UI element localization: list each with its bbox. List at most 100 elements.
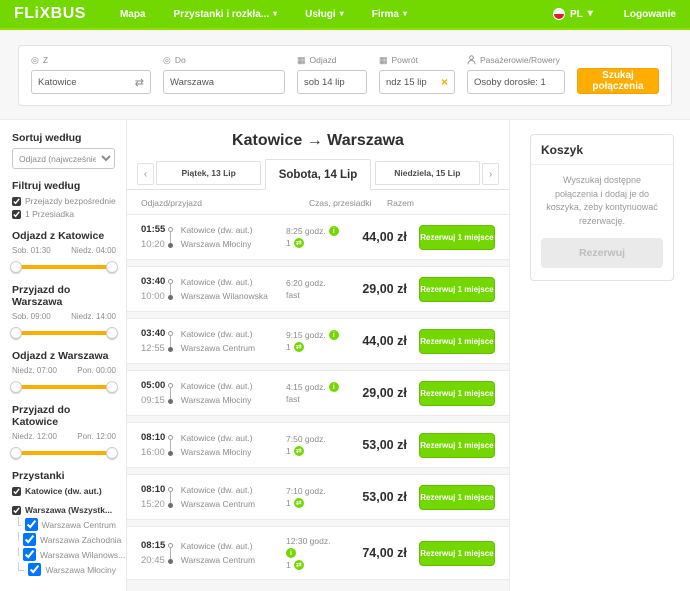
slider-title-0: Odjazd z Katowice xyxy=(12,230,116,242)
slider-min-label: Niedz. 07:00 xyxy=(12,366,57,375)
departure-time: 03:40 xyxy=(141,276,167,287)
tab-saturday-active[interactable]: Sobota, 14 Lip xyxy=(265,159,370,190)
trip-row: 05:0009:15 Katowice (dw. aut.)Warszawa M… xyxy=(127,370,509,416)
info-icon[interactable]: i xyxy=(329,226,339,236)
reserve-button[interactable]: Rezerwuj 1 miejsce xyxy=(419,485,495,510)
departure-date-input[interactable] xyxy=(304,77,360,88)
tree-elbow-line xyxy=(18,547,19,556)
reserve-button[interactable]: Rezerwuj 1 miejsce xyxy=(419,277,495,302)
transfer-icon[interactable]: ⇄ xyxy=(294,498,304,508)
nav-item-mapa[interactable]: Mapa xyxy=(120,9,146,20)
transfer-count: 1 xyxy=(286,342,291,352)
slider-handle-max[interactable] xyxy=(106,447,118,459)
from-input[interactable] xyxy=(38,77,131,88)
slider-title-3: Przyjazd do Katowice xyxy=(12,404,116,428)
trip-duration: 12:30 godz. xyxy=(286,536,330,546)
to-station: Warszawa Centrum xyxy=(181,555,286,565)
arrival-warszawa-slider[interactable] xyxy=(14,327,114,339)
stop-warszawa-centrum-checkbox[interactable] xyxy=(25,518,38,531)
direct-rides-checkbox[interactable] xyxy=(12,197,21,206)
route-line-icon xyxy=(167,227,174,248)
nav-item-uslugi[interactable]: Usługi ▾ xyxy=(305,9,344,20)
transfer-icon[interactable]: ⇄ xyxy=(294,446,304,456)
stop-warszawa-checkbox[interactable] xyxy=(12,506,21,515)
departure-warszawa-slider[interactable] xyxy=(14,381,114,393)
slider-min-label: Sob. 01:30 xyxy=(12,246,51,255)
trip-duration: 9:15 godz. xyxy=(286,330,326,340)
arrival-time: 09:15 xyxy=(141,395,167,406)
cart-panel: Koszyk Wyszukaj dostępne połączenia i do… xyxy=(509,120,690,591)
reserve-button[interactable]: Rezerwuj 1 miejsce xyxy=(419,541,495,566)
nav-item-firma[interactable]: Firma ▾ xyxy=(372,9,407,20)
route-line-icon xyxy=(167,383,174,404)
chevron-down-icon: ▾ xyxy=(273,10,277,18)
trip-row: 03:4012:55 Katowice (dw. aut.)Warszawa C… xyxy=(127,318,509,364)
route-line-icon xyxy=(167,435,174,456)
cart-reserve-button[interactable]: Rezerwuj xyxy=(541,238,663,268)
login-link[interactable]: Logowanie xyxy=(624,9,676,20)
sort-title: Sortuj według xyxy=(12,132,116,144)
info-icon[interactable]: i xyxy=(329,382,339,392)
to-station: Warszawa Centrum xyxy=(181,343,286,353)
trip-price: 44,00 zł xyxy=(353,230,406,244)
slider-handle-max[interactable] xyxy=(106,327,118,339)
person-icon xyxy=(467,55,476,65)
flixbus-logo[interactable]: FLiXBUS xyxy=(14,5,86,23)
slider-handle-min[interactable] xyxy=(10,447,22,459)
reserve-button[interactable]: Rezerwuj 1 miejsce xyxy=(419,225,495,250)
passengers-input[interactable] xyxy=(474,77,558,88)
transfer-count: fast xyxy=(286,290,300,300)
passengers-field-group: Pasażerowie/Rowery xyxy=(467,54,565,94)
tab-sunday[interactable]: Niedziela, 15 Lip xyxy=(375,161,480,185)
reserve-button[interactable]: Rezerwuj 1 miejsce xyxy=(419,381,495,406)
info-icon[interactable]: i xyxy=(329,330,339,340)
from-station: Katowice (dw. aut.) xyxy=(181,329,286,339)
stop-katowice-checkbox[interactable] xyxy=(12,487,21,496)
transfer-icon[interactable]: ⇄ xyxy=(294,560,304,570)
arrival-time: 10:00 xyxy=(141,291,167,302)
departure-time: 01:55 xyxy=(141,224,167,235)
slider-handle-max[interactable] xyxy=(106,381,118,393)
table-header: Odjazd/przyjazd Czas, przesiadki Razem xyxy=(127,190,509,214)
stop-warszawa-mlociny-checkbox[interactable] xyxy=(28,563,41,576)
location-icon: ◎ xyxy=(163,56,171,65)
departure-katowice-slider[interactable] xyxy=(14,261,114,273)
info-icon[interactable]: i xyxy=(286,548,296,558)
transfer-icon[interactable]: ⇄ xyxy=(294,342,304,352)
transfer-icon[interactable]: ⇄ xyxy=(294,238,304,248)
calendar-icon: ▦ xyxy=(379,56,388,65)
departure-time: 08:15 xyxy=(141,540,167,551)
header-right: PL ▾ Logowanie xyxy=(553,8,676,20)
reserve-button[interactable]: Rezerwuj 1 miejsce xyxy=(419,433,495,458)
slider-title-2: Odjazd z Warszawa xyxy=(12,350,116,362)
top-header: FLiXBUS Mapa Przystanki i rozkła... ▾ Us… xyxy=(0,0,690,30)
clear-return-icon[interactable]: × xyxy=(441,75,448,89)
arrival-katowice-slider[interactable] xyxy=(14,447,114,459)
reserve-button[interactable]: Rezerwuj 1 miejsce xyxy=(419,329,495,354)
return-date-input[interactable] xyxy=(386,77,437,88)
language-selector[interactable]: PL xyxy=(570,9,583,20)
to-input[interactable] xyxy=(170,77,278,88)
from-field-group: ◎ Z ⇄ xyxy=(31,54,151,94)
slider-handle-min[interactable] xyxy=(10,381,22,393)
slider-handle-max[interactable] xyxy=(106,261,118,273)
arrival-time: 10:20 xyxy=(141,239,167,250)
one-transfer-checkbox[interactable] xyxy=(12,210,21,219)
search-button[interactable]: Szukaj połączenia xyxy=(577,68,659,94)
nav-item-przystanki[interactable]: Przystanki i rozkła... ▾ xyxy=(174,9,278,20)
to-station: Warszawa Wilanowska xyxy=(181,291,286,301)
sort-select[interactable]: Odjazd (najwcześniej) xyxy=(12,148,115,169)
slider-handle-min[interactable] xyxy=(10,327,22,339)
chevron-down-icon: ▾ xyxy=(403,10,407,18)
tab-friday[interactable]: Piątek, 13 Lip xyxy=(156,161,261,185)
next-day-button[interactable]: › xyxy=(482,163,499,185)
slider-handle-min[interactable] xyxy=(10,261,22,273)
stop-warszawa-zachodnia-checkbox[interactable] xyxy=(23,533,36,546)
slider-max-label: Pon. 00:00 xyxy=(77,366,116,375)
route-title: Katowice → Warszawa xyxy=(127,132,509,150)
stop-warszawa-wilanowska-checkbox[interactable] xyxy=(23,548,36,561)
tree-elbow-line xyxy=(18,532,19,541)
swap-direction-icon[interactable]: ⇄ xyxy=(135,76,144,89)
prev-day-button[interactable]: ‹ xyxy=(137,163,154,185)
chevron-down-icon: ▾ xyxy=(340,10,344,18)
